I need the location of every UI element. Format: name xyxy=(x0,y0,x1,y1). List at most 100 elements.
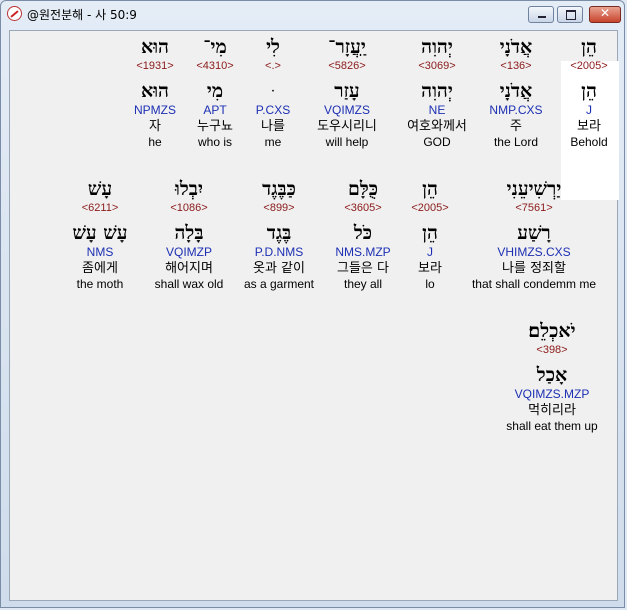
hebrew-lemma: רָשַׁע xyxy=(517,222,551,244)
word-cell[interactable]: הֵן <2005> הֵן J 보라 Behold xyxy=(570,35,607,150)
word-cell[interactable]: הֵן <2005> הֵן J 보라 lo xyxy=(411,177,448,292)
word-cell[interactable]: יַֽעֲזָר־ <5826> עָזַר VQIMZS 도우시리니 will… xyxy=(317,35,377,150)
hebrew-lemma: מִי xyxy=(206,80,224,102)
english-gloss: they all xyxy=(343,277,383,291)
hebrew-word: יִבְלוּ xyxy=(175,178,203,200)
strong-number: <3605> xyxy=(344,202,382,214)
english-gloss: he xyxy=(148,135,162,149)
english-gloss: the moth xyxy=(76,277,124,291)
parsing-code: J xyxy=(586,103,592,117)
strong-number: <2005> xyxy=(411,202,449,214)
hebrew-word: הֵן xyxy=(422,178,438,200)
korean-gloss: 보라 xyxy=(577,119,601,134)
word-cell[interactable]: יַרְשִׁיעֵנִי <7561> רָשַׁע VHIMZS.CXS 나… xyxy=(472,177,596,292)
parsing-code: VQIMZS xyxy=(323,103,370,117)
hebrew-lemma: עָשׁ עָשׁ xyxy=(72,222,128,244)
hebrew-word: יַֽעֲזָר־ xyxy=(328,36,366,58)
strong-number: <.> xyxy=(265,60,281,72)
hebrew-lemma: בֶּגֶד xyxy=(266,222,292,244)
parsing-code: NPMZS xyxy=(134,103,176,117)
strong-number: <2005> xyxy=(570,60,608,72)
english-gloss: shall wax old xyxy=(154,277,224,291)
hebrew-word: כַּבֶּגֶד xyxy=(262,178,296,200)
maximize-button[interactable] xyxy=(557,6,583,23)
word-cell[interactable]: יֹאכְלֵם׃ <398> אָכַל VQIMZS.MZP 먹히리라 sh… xyxy=(506,319,597,434)
hebrew-word: יֹאכְלֵם׃ xyxy=(528,320,576,342)
korean-gloss: 나를 정죄할 xyxy=(502,261,566,276)
hebrew-lemma: בָּלָה xyxy=(174,222,204,244)
korean-gloss: 누구뇨 xyxy=(197,119,233,134)
korean-gloss: 나를 xyxy=(261,119,285,134)
word-cell[interactable]: אֲדֹנָי <136> אֲדֹנָי NMP.CXS 주 the Lord xyxy=(489,35,542,150)
hebrew-lemma: הֵן xyxy=(581,80,597,102)
strong-number: <7561> xyxy=(515,202,553,214)
korean-gloss: 해어지며 xyxy=(165,261,213,276)
window-title: @원전분해 - 사 50:9 xyxy=(27,8,137,22)
strong-number: <5826> xyxy=(328,60,366,72)
word-cell[interactable]: מִי־ <4310> מִי APT 누구뇨 who is xyxy=(196,35,233,150)
hebrew-word: אֲדֹנָי xyxy=(499,36,533,58)
title-bar[interactable]: @원전분해 - 사 50:9 ✕ xyxy=(1,1,624,27)
word-cell[interactable]: הוּא <1931> הוּא NPMZS 자 he xyxy=(134,35,176,150)
hebrew-lemma: כֹּל xyxy=(353,222,373,244)
strong-number: <899> xyxy=(263,202,295,214)
korean-gloss: 그들은 다 xyxy=(337,261,389,276)
korean-gloss: 자 xyxy=(149,119,161,134)
english-gloss: the Lord xyxy=(493,135,539,149)
word-cell[interactable]: יְהוִה <3069> יְהוִה NE 여호와께서 GOD xyxy=(407,35,467,150)
app-icon[interactable] xyxy=(7,6,22,21)
english-gloss: who is xyxy=(197,135,233,149)
close-button[interactable]: ✕ xyxy=(589,6,621,23)
strong-number: <3069> xyxy=(418,60,456,72)
parsing-code: VQIMZP xyxy=(165,245,213,259)
strong-number: <398> xyxy=(536,344,568,356)
english-gloss: me xyxy=(264,135,282,149)
english-gloss: Behold xyxy=(570,135,608,149)
parsing-code: NMP.CXS xyxy=(489,103,543,117)
word-cell[interactable]: עָשׁ <6211> עָשׁ עָשׁ NMS 좀에게 the moth xyxy=(72,177,127,292)
korean-gloss: 주 xyxy=(510,119,522,134)
strong-number: <136> xyxy=(500,60,532,72)
hebrew-lemma: יְהוִה xyxy=(421,80,453,102)
word-cell[interactable]: יִבְלוּ <1086> בָּלָה VQIMZP 해어지며 shall … xyxy=(155,177,224,292)
parsing-code: J xyxy=(426,245,433,259)
strong-number: <1931> xyxy=(136,60,174,72)
word-cell[interactable]: כֻּלָּם <3605> כֹּל NMS.MZP 그들은 다 they a… xyxy=(335,177,390,292)
hebrew-lemma: ּ xyxy=(256,79,290,103)
english-gloss: as a garment xyxy=(243,277,315,291)
english-gloss: lo xyxy=(425,277,435,291)
hebrew-word: יְהוִה xyxy=(421,36,453,58)
hebrew-word: לִי xyxy=(266,36,280,58)
parsing-code: P.D.NMS xyxy=(254,245,304,259)
hebrew-lemma: הֵן xyxy=(422,222,438,244)
parsing-code: VHIMZS.CXS xyxy=(497,245,571,259)
parsing-code: VQIMZS.MZP xyxy=(514,387,590,401)
hebrew-lemma: אֲדֹנָי xyxy=(499,80,533,102)
hebrew-word: מִי־ xyxy=(203,36,227,58)
strong-number: <4310> xyxy=(196,60,234,72)
word-cell[interactable]: לִי <.> ּ P.CXS 나를 me xyxy=(256,35,290,150)
parsing-code: P.CXS xyxy=(255,103,291,117)
minimize-button[interactable] xyxy=(528,6,554,23)
korean-gloss: 보라 xyxy=(418,261,442,276)
word-cell[interactable]: כַּבֶּגֶד <899> בֶּגֶד P.D.NMS 옷과 같이 as … xyxy=(244,177,314,292)
analysis-panel: הֵן <2005> הֵן J 보라 Behold אֲדֹנָי <136>… xyxy=(9,30,619,601)
strong-number: <6211> xyxy=(81,202,119,214)
parsing-code: NE xyxy=(428,103,446,117)
english-gloss: shall eat them up xyxy=(506,419,598,433)
hebrew-word: יַרְשִׁיעֵנִי xyxy=(506,178,562,200)
hebrew-word: הֵן xyxy=(581,36,597,58)
english-gloss: will help xyxy=(325,135,369,149)
hebrew-lemma: עָזַר xyxy=(334,80,360,102)
strong-number: <1086> xyxy=(170,202,208,214)
close-icon: ✕ xyxy=(599,6,611,20)
english-gloss: that shall condemm me xyxy=(471,277,597,291)
korean-gloss: 옷과 같이 xyxy=(253,261,305,276)
parsing-code: APT xyxy=(203,103,227,117)
hebrew-word: הוּא xyxy=(141,36,169,58)
app-window: @원전분해 - 사 50:9 ✕ הֵן <2005> הֵן J 보라 Beh… xyxy=(0,0,625,608)
korean-gloss: 좀에게 xyxy=(82,261,118,276)
parsing-code: NMS xyxy=(86,245,114,259)
hebrew-word: עָשׁ xyxy=(87,178,113,200)
korean-gloss: 먹히리라 xyxy=(528,403,576,418)
